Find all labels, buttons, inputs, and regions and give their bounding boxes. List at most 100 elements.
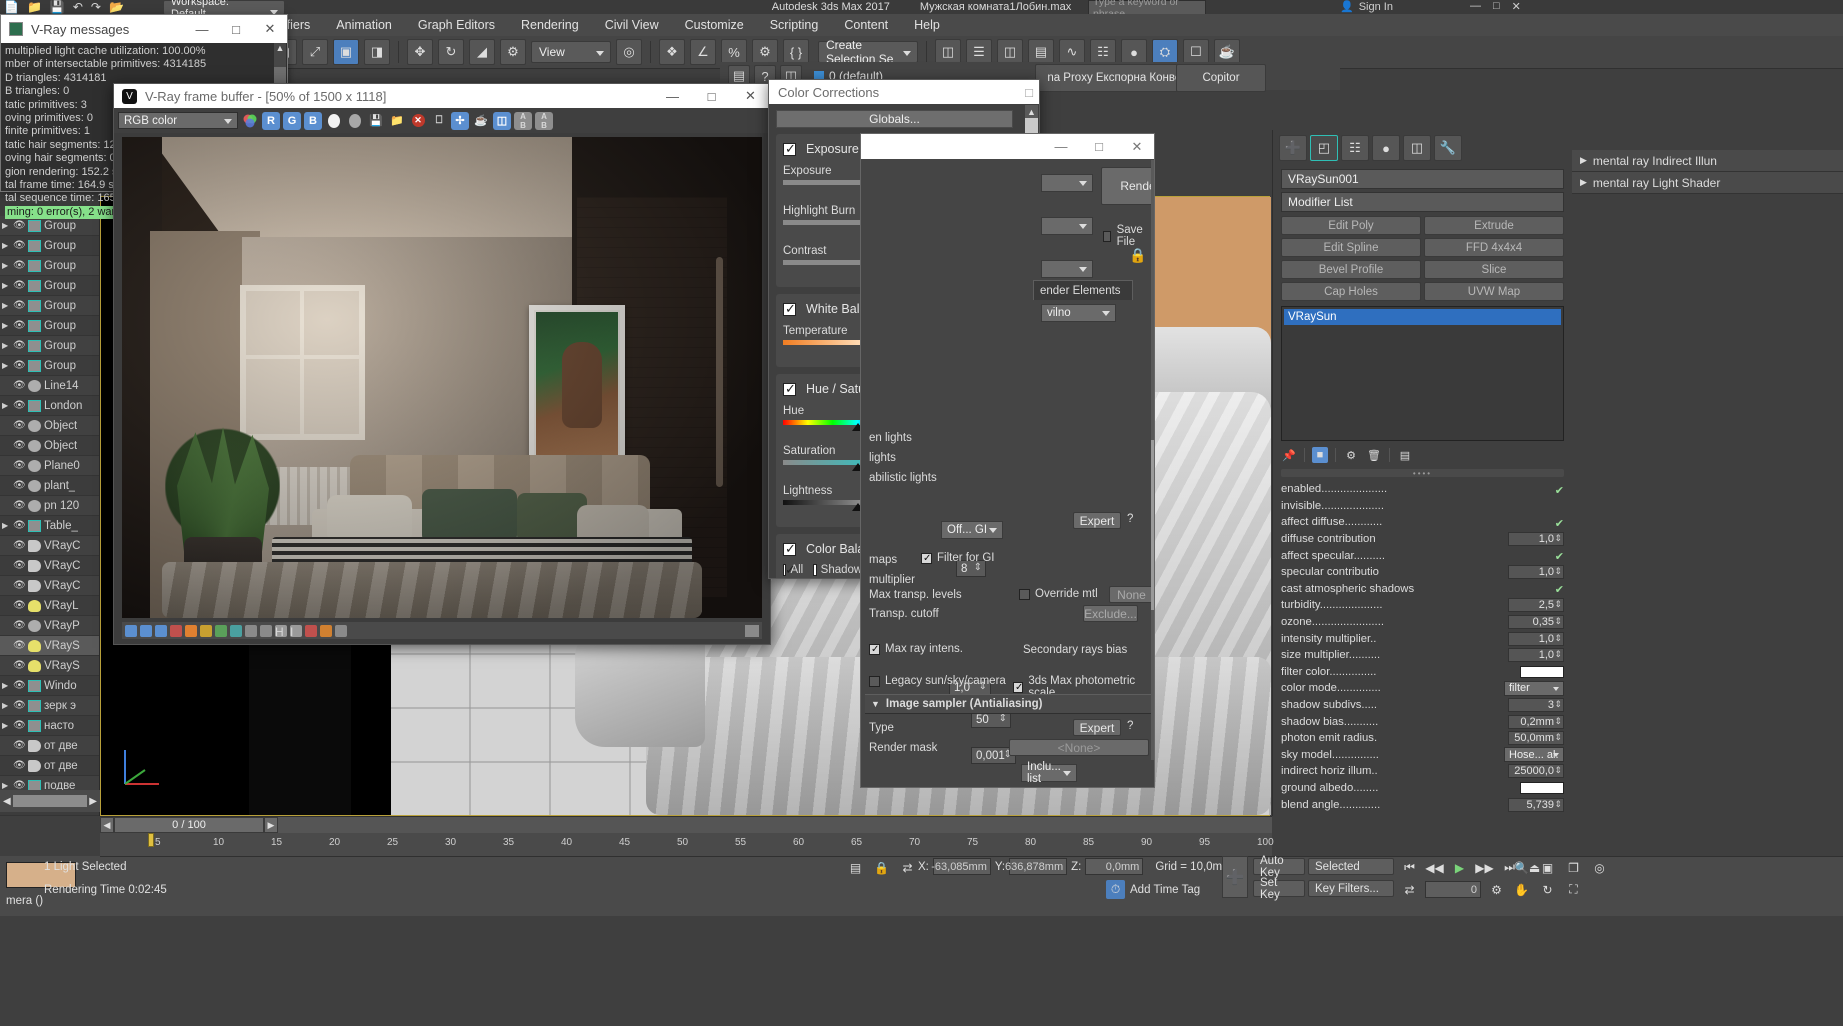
expand-arrow-icon[interactable]: ▶ — [2, 281, 10, 290]
histogram-icon[interactable] — [320, 624, 332, 637]
sun-param-spinner[interactable]: 2,5 — [1508, 598, 1564, 613]
reference-coordinate-selector[interactable]: View — [531, 41, 611, 63]
cb-mode-checkbox[interactable] — [813, 564, 817, 576]
scene-explorer-row[interactable]: ▶ 👁 Group — [0, 316, 99, 336]
sun-param-row[interactable]: ground albedo........ — [1281, 780, 1564, 797]
project-folder-icon[interactable]: 📂 — [109, 0, 124, 14]
visibility-eye-icon[interactable]: 👁 — [13, 460, 26, 471]
close-icon[interactable]: ✕ — [1512, 0, 1521, 13]
save-file-icon[interactable]: 💾 — [50, 0, 65, 14]
legacy-sun-checkbox[interactable] — [869, 675, 880, 687]
expand-arrow-icon[interactable]: ▶ — [2, 361, 10, 370]
expand-arrow-icon[interactable]: ▶ — [2, 721, 10, 730]
minimize-icon[interactable]: — — [1042, 134, 1080, 159]
menu-item-help[interactable]: Help — [914, 18, 940, 32]
visibility-eye-icon[interactable]: 👁 — [13, 240, 26, 251]
scroll-thumb[interactable] — [1151, 440, 1154, 610]
menu-item-animation[interactable]: Animation — [336, 18, 392, 32]
color-balance-icon[interactable] — [230, 624, 242, 637]
stamp-icon[interactable] — [335, 624, 347, 637]
sun-param-row[interactable]: sky model............... Hose... al. — [1281, 747, 1564, 764]
menu-item-scripting[interactable]: Scripting — [770, 18, 819, 32]
visibility-eye-icon[interactable]: 👁 — [13, 700, 26, 711]
expand-plus-icon[interactable]: ▶ — [1580, 177, 1587, 188]
selection-lock-icon[interactable]: ▤ — [846, 858, 865, 877]
x-value[interactable]: -63,085mm — [931, 858, 991, 875]
coordinate-readout[interactable]: X: -63,085mm Y: 636,878mm Z: 0,0mm Grid … — [918, 858, 1232, 875]
sun-param-checkbox[interactable]: ✔ — [1553, 550, 1564, 563]
sun-param-row[interactable]: filter color............... — [1281, 664, 1564, 681]
maximize-icon[interactable]: □ — [1080, 134, 1118, 159]
vfb-bottom-toolbar[interactable]: H I — [122, 622, 762, 639]
visibility-eye-icon[interactable]: 👁 — [13, 360, 26, 371]
scroll-up-icon[interactable]: ▲ — [274, 43, 286, 53]
filter-gi-checkbox[interactable] — [921, 552, 932, 564]
modifier-list-dropdown[interactable]: Modifier List — [1281, 192, 1564, 212]
menu-item-graph-editors[interactable]: Graph Editors — [418, 18, 495, 32]
status-lock-icons[interactable]: ▤ 🔒 ⇄ — [846, 858, 917, 877]
modifier-button[interactable]: Bevel Profile — [1281, 260, 1421, 279]
visibility-eye-icon[interactable]: 👁 — [13, 560, 26, 571]
expert-button-upper[interactable]: Expert — [1073, 512, 1121, 529]
maximize-icon[interactable]: □ — [1493, 0, 1500, 13]
redo-icon[interactable]: ↷ — [91, 0, 101, 14]
time-tag-icon[interactable]: ⏱ — [1106, 880, 1125, 899]
scene-explorer-row[interactable]: 👁 Object — [0, 416, 99, 436]
modifier-button[interactable]: Slice — [1424, 260, 1564, 279]
cb-mode-checkbox[interactable] — [783, 562, 798, 578]
vfb-rendered-image[interactable] — [122, 137, 762, 618]
time-slider[interactable]: ◀ 0 / 100 ▶ — [100, 817, 1272, 833]
next-frame-icon[interactable]: ▶▶ — [1475, 858, 1494, 877]
motion-tab[interactable]: ● — [1372, 135, 1400, 161]
command-panel-tabs[interactable]: ➕ ◰ ☷ ● ◫ 🔧 — [1273, 130, 1572, 166]
visibility-eye-icon[interactable]: 👁 — [13, 420, 26, 431]
object-name-field[interactable]: VRaySun001 — [1281, 169, 1564, 189]
save-image-icon[interactable]: 💾 — [367, 112, 385, 130]
maximize-icon[interactable]: □ — [692, 84, 731, 108]
red-channel-icon[interactable]: R — [262, 111, 280, 130]
scene-explorer-row[interactable]: 👁 VRayC — [0, 536, 99, 556]
titlebar-window-buttons[interactable]: — □ ✕ — [1470, 0, 1521, 13]
add-time-tag-row[interactable]: ⏱ Add Time Tag — [1106, 880, 1200, 899]
duplicate-to-max-icon[interactable]: ⎕ — [430, 112, 448, 130]
cc-enable-checkbox[interactable] — [783, 541, 796, 557]
close-icon[interactable]: ✕ — [1118, 134, 1154, 159]
vray-messages-titlebar[interactable]: V-Ray messages — □ ✕ — [1, 15, 287, 43]
play-animation-icon[interactable]: ▶ — [1450, 858, 1469, 877]
modifier-button[interactable]: Edit Poly — [1281, 216, 1421, 235]
sun-param-spinner[interactable]: 0,2mm — [1508, 714, 1564, 729]
sun-param-row[interactable]: color mode.............. filter — [1281, 680, 1564, 697]
visibility-eye-icon[interactable]: 👁 — [13, 640, 26, 651]
open-file-icon[interactable]: 📁 — [27, 0, 42, 14]
visibility-eye-icon[interactable]: 👁 — [13, 260, 26, 271]
color-corrections-icon[interactable] — [170, 624, 182, 637]
current-frame-display[interactable]: 0 / 100 — [114, 817, 264, 833]
sun-param-row[interactable]: shadow subdivs..... 3 — [1281, 697, 1564, 714]
sun-param-spinner[interactable]: 0,35 — [1508, 615, 1564, 630]
sun-param-row[interactable]: enabled..................... ✔ — [1281, 481, 1564, 498]
max-ray-intens-checkbox[interactable] — [869, 643, 880, 655]
previous-frame-icon[interactable]: ◀◀ — [1425, 858, 1444, 877]
ab-compare-icon[interactable]: ◫ — [493, 111, 511, 130]
sun-param-color-swatch[interactable] — [1520, 665, 1564, 678]
render-setup-dialog[interactable]: — □ ✕ Render Save File … vilno 🔒 ender E… — [860, 133, 1155, 788]
icc-icon[interactable] — [305, 624, 317, 637]
visibility-eye-icon[interactable]: 👁 — [13, 660, 26, 671]
auto-key-button[interactable]: Auto Key — [1253, 855, 1305, 879]
maximize-viewport-icon[interactable]: ⛶ — [1564, 880, 1583, 899]
scene-explorer-row[interactable]: ▶ 👁 насто — [0, 716, 99, 736]
animation-key[interactable] — [148, 833, 154, 847]
pan-icon[interactable]: ✋ — [1512, 880, 1531, 899]
utilities-tab[interactable]: 🔧 — [1434, 135, 1462, 161]
modifier-buttons-grid[interactable]: Edit Poly Extrude Edit Spline FFD 4x4x4 Beve… — [1281, 216, 1564, 301]
minimize-icon[interactable]: — — [185, 15, 219, 43]
render-setup-titlebar[interactable]: — □ ✕ — [861, 134, 1154, 159]
levels-icon[interactable] — [245, 624, 257, 637]
close-icon[interactable]: □ — [1025, 85, 1033, 100]
sun-param-spinner[interactable]: 50,0mm — [1508, 731, 1564, 746]
image-sampler-rollout-header[interactable]: ▼ Image sampler (Antialiasing) — [865, 694, 1152, 714]
srgb-icon[interactable] — [125, 624, 137, 637]
zoom-extents-icon[interactable]: ❐ — [1564, 858, 1583, 877]
modifier-button[interactable]: FFD 4x4x4 — [1424, 238, 1564, 257]
select-object-icon[interactable]: ⤢ — [302, 39, 328, 65]
